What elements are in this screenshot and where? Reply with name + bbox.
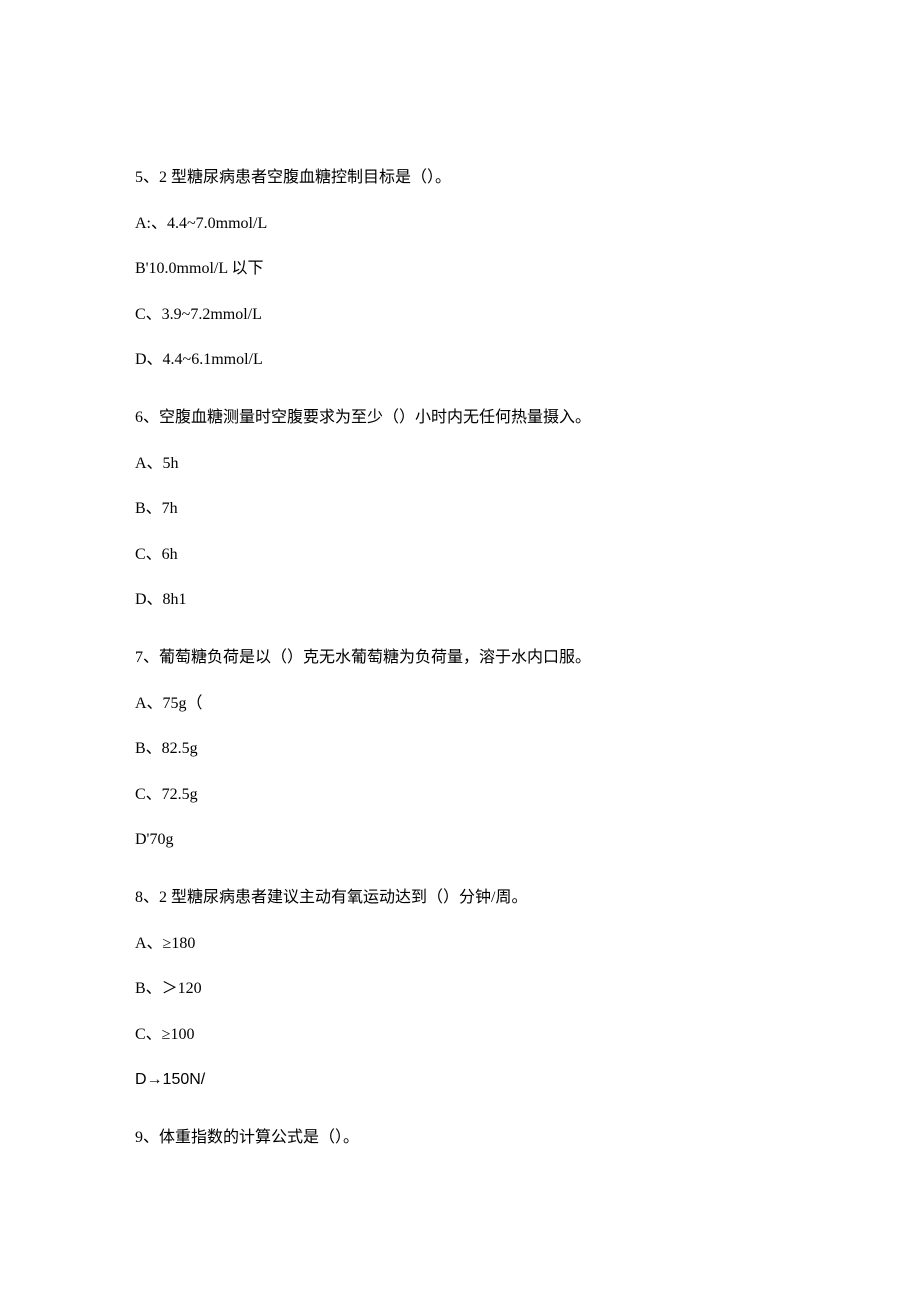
option-c: C、≥100	[135, 1022, 785, 1048]
option-a: A、5h	[135, 451, 785, 477]
question-stem: 6、空腹血糖测量时空腹要求为至少（）小时内无任何热量摄入。	[135, 405, 785, 431]
option-d: D、8h1	[135, 587, 785, 613]
option-a: A、≥180	[135, 931, 785, 957]
option-c: C、72.5g	[135, 782, 785, 808]
option-c: C、3.9~7.2mmol/L	[135, 302, 785, 328]
option-a: A:、4.4~7.0mmol/L	[135, 211, 785, 237]
option-b: B'10.0mmol/L 以下	[135, 256, 785, 282]
question-9: 9、体重指数的计算公式是（）。	[135, 1125, 785, 1151]
question-6: 6、空腹血糖测量时空腹要求为至少（）小时内无任何热量摄入。 A、5h B、7h …	[135, 405, 785, 613]
question-stem: 8、2 型糖尿病患者建议主动有氧运动达到（）分钟/周。	[135, 885, 785, 911]
question-7: 7、葡萄糖负荷是以（）克无水葡萄糖为负荷量，溶于水内口服。 A、75g（ B、8…	[135, 645, 785, 853]
question-stem: 5、2 型糖尿病患者空腹血糖控制目标是（）。	[135, 165, 785, 191]
question-stem: 7、葡萄糖负荷是以（）克无水葡萄糖为负荷量，溶于水内口服。	[135, 645, 785, 671]
option-c: C、6h	[135, 542, 785, 568]
option-a: A、75g（	[135, 691, 785, 717]
option-b: B、＞120	[135, 976, 785, 1002]
option-d: D、4.4~6.1mmol/L	[135, 347, 785, 373]
question-stem: 9、体重指数的计算公式是（）。	[135, 1125, 785, 1151]
question-8: 8、2 型糖尿病患者建议主动有氧运动达到（）分钟/周。 A、≥180 B、＞12…	[135, 885, 785, 1093]
question-5: 5、2 型糖尿病患者空腹血糖控制目标是（）。 A:、4.4~7.0mmol/L …	[135, 165, 785, 373]
option-d: D'70g	[135, 827, 785, 853]
option-b: B、82.5g	[135, 736, 785, 762]
option-d: D→150N/	[135, 1067, 785, 1093]
option-b: B、7h	[135, 496, 785, 522]
